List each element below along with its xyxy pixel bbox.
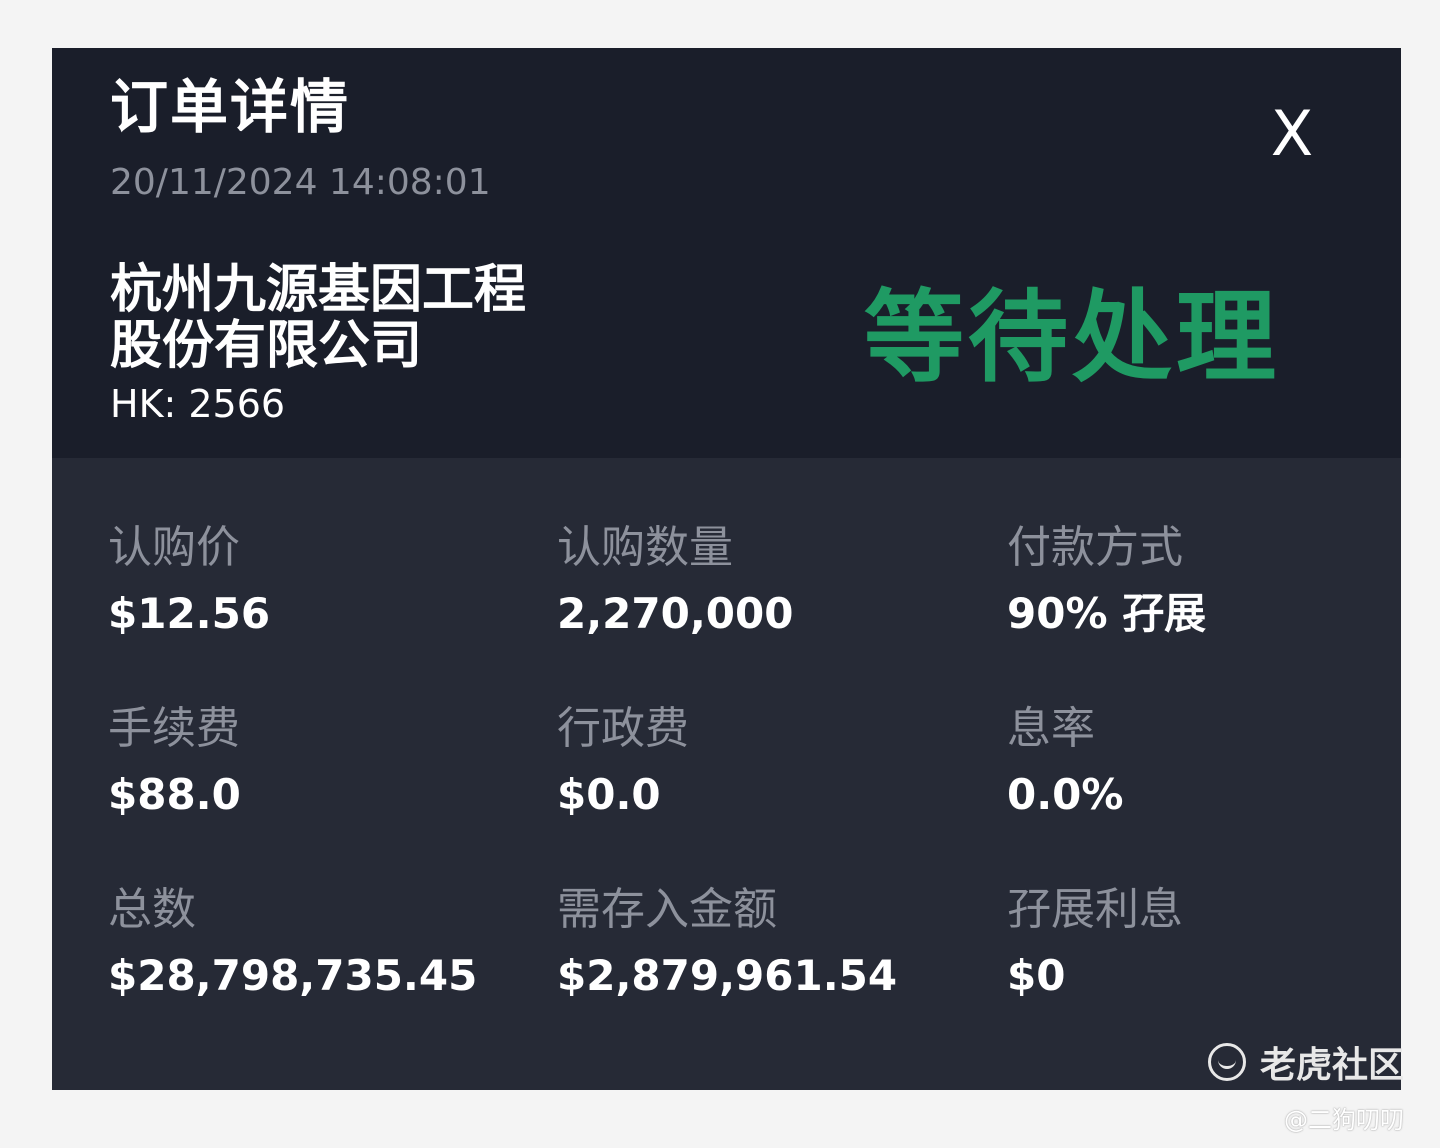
page-title: 订单详情 xyxy=(110,73,351,141)
admin-fee-value: $0.0 xyxy=(557,770,661,819)
interest-rate-label: 息率 xyxy=(1007,703,1095,754)
payment-method-field: 付款方式 90% 孖展 xyxy=(1007,522,1401,638)
company-name-line1: 杭州九源基因工程 xyxy=(110,260,527,320)
company-name-line2: 股份有限公司 xyxy=(110,316,423,376)
total-field: 总数 $28,798,735.45 xyxy=(108,884,528,1000)
order-status: 等待处理 xyxy=(864,279,1280,396)
deposit-required-label: 需存入金额 xyxy=(557,884,777,935)
payment-method-value: 90% 孖展 xyxy=(1007,589,1207,638)
subscription-quantity-field: 认购数量 2,270,000 xyxy=(557,522,977,638)
subscription-price-label: 认购价 xyxy=(108,522,240,573)
subscription-price-value: $12.56 xyxy=(108,589,271,638)
handling-fee-label: 手续费 xyxy=(108,703,240,754)
subscription-quantity-label: 认购数量 xyxy=(557,522,733,573)
watermark-text: 老虎社区 xyxy=(1260,1045,1405,1086)
watermark: 老虎社区 xyxy=(1208,1040,1404,1086)
interest-rate-field: 息率 0.0% xyxy=(1007,703,1401,819)
payment-method-label: 付款方式 xyxy=(1007,522,1183,573)
interest-rate-value: 0.0% xyxy=(1007,770,1124,819)
deposit-required-field: 需存入金额 $2,879,961.54 xyxy=(557,884,977,1000)
tiger-logo-icon xyxy=(1208,1043,1246,1081)
margin-interest-value: $0 xyxy=(1007,951,1066,1000)
admin-fee-field: 行政费 $0.0 xyxy=(557,703,977,819)
handling-fee-field: 手续费 $88.0 xyxy=(108,703,528,819)
subscription-quantity-value: 2,270,000 xyxy=(557,589,794,638)
handling-fee-value: $88.0 xyxy=(108,770,241,819)
subscription-price-field: 认购价 $12.56 xyxy=(108,522,528,638)
total-label: 总数 xyxy=(108,884,196,935)
stock-ticker: HK: 2566 xyxy=(110,382,286,426)
admin-fee-label: 行政费 xyxy=(557,703,689,754)
close-button[interactable]: X xyxy=(1262,102,1322,166)
deposit-required-value: $2,879,961.54 xyxy=(557,951,898,1000)
order-header: 订单详情 20/11/2024 14:08:01 X 杭州九源基因工程 股份有限… xyxy=(52,48,1401,458)
company-name: 杭州九源基因工程 股份有限公司 xyxy=(110,262,580,374)
margin-interest-field: 孖展利息 $0 xyxy=(1007,884,1401,1000)
order-timestamp: 20/11/2024 14:08:01 xyxy=(110,162,491,203)
total-value: $28,798,735.45 xyxy=(108,951,478,1000)
order-details-panel: 订单详情 20/11/2024 14:08:01 X 杭州九源基因工程 股份有限… xyxy=(52,48,1401,1090)
margin-interest-label: 孖展利息 xyxy=(1007,884,1183,935)
author-credit: @二狗叨叨 xyxy=(1284,1106,1404,1134)
